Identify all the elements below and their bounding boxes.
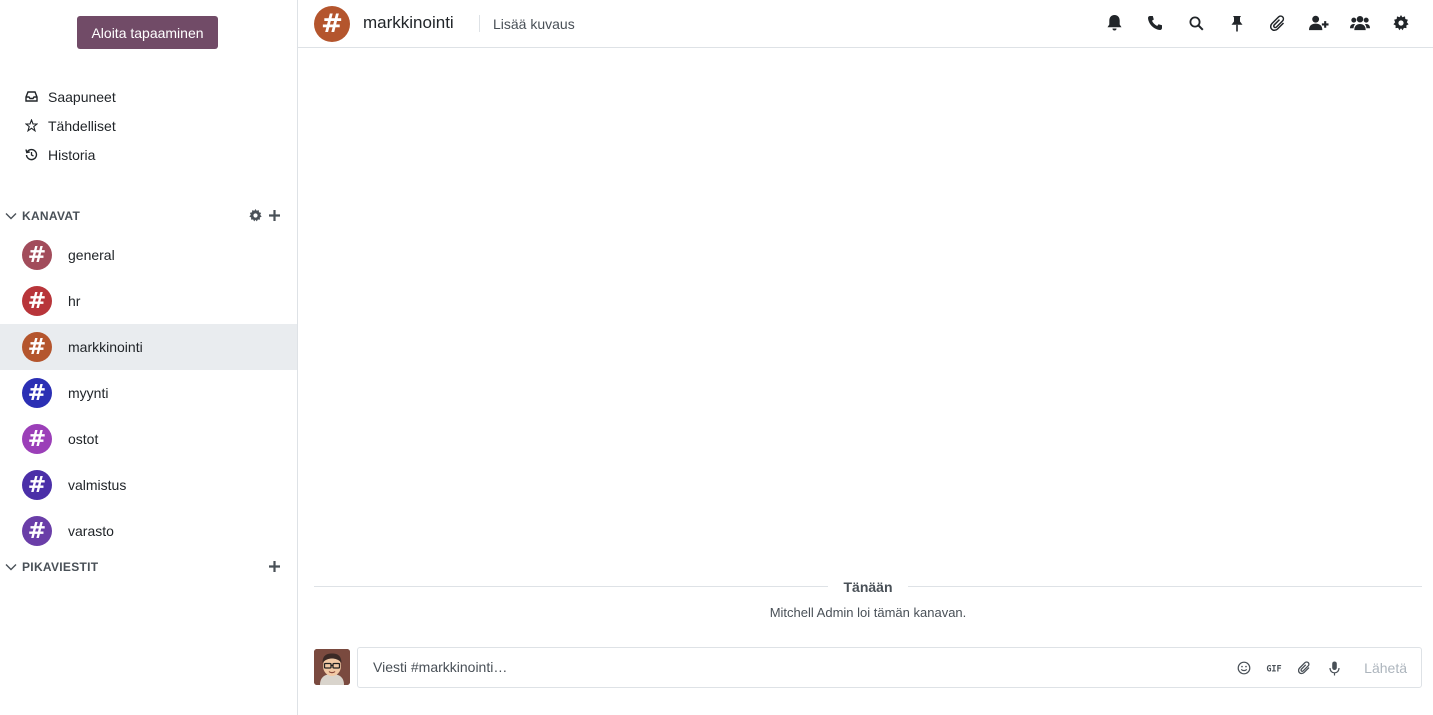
bell-icon[interactable]: [1104, 13, 1124, 33]
sidebar-item-inbox[interactable]: Saapuneet: [0, 82, 297, 111]
channel-name: hr: [68, 293, 81, 309]
phone-icon[interactable]: [1145, 13, 1165, 33]
add-channel-plus-icon[interactable]: [268, 208, 281, 222]
paperclip-icon[interactable]: [1268, 13, 1288, 33]
search-icon[interactable]: [1186, 13, 1206, 33]
channel-item-markkinointi[interactable]: # markkinointi: [0, 324, 297, 370]
svg-text:GIF: GIF: [1266, 665, 1281, 674]
header-toolbar: [1083, 13, 1411, 33]
thread-title[interactable]: markkinointi: [363, 13, 454, 33]
star-icon: [24, 119, 38, 133]
channel-hash-avatar: #: [22, 378, 52, 408]
channel-item-varasto[interactable]: # varasto: [0, 508, 297, 554]
channel-name: ostot: [68, 431, 99, 447]
message-input[interactable]: [373, 659, 1173, 675]
channel-name: varasto: [68, 523, 114, 539]
attachment-paperclip-icon[interactable]: [1296, 659, 1312, 677]
add-chat-plus-icon[interactable]: [268, 559, 281, 573]
history-icon: [24, 148, 38, 162]
date-separator-line: [314, 586, 828, 587]
channels-section-header[interactable]: KANAVAT: [0, 205, 297, 227]
sidebar-item-history[interactable]: Historia: [0, 140, 297, 169]
chevron-down-icon[interactable]: [5, 561, 17, 573]
microphone-icon[interactable]: [1326, 659, 1342, 677]
composer-toolbar: GIF Lähetä: [1222, 659, 1407, 677]
members-icon[interactable]: [1350, 13, 1370, 33]
add-user-icon[interactable]: [1309, 13, 1329, 33]
channel-hash-avatar: #: [314, 6, 350, 42]
sidebar-item-starred[interactable]: Tähdelliset: [0, 111, 297, 140]
channel-hash-avatar: #: [22, 424, 52, 454]
chevron-down-icon[interactable]: [5, 210, 17, 222]
channel-name: general: [68, 247, 115, 263]
channel-hash-avatar: #: [22, 286, 52, 316]
send-button[interactable]: Lähetä: [1364, 660, 1407, 676]
pin-icon[interactable]: [1227, 13, 1247, 33]
current-user-avatar: [314, 649, 350, 685]
channels-section-title: KANAVAT: [22, 209, 81, 223]
channel-hash-avatar: #: [22, 332, 52, 362]
gif-icon[interactable]: GIF: [1266, 659, 1282, 677]
channel-item-myynti[interactable]: # myynti: [0, 370, 297, 416]
chats-section-title: PIKAVIESTIT: [22, 560, 99, 574]
channel-item-hr[interactable]: # hr: [0, 278, 297, 324]
emoji-icon[interactable]: [1236, 659, 1252, 677]
sidebar-item-label: Historia: [48, 146, 96, 163]
sidebar-item-label: Saapuneet: [48, 88, 116, 105]
channel-settings-gear-icon[interactable]: [249, 208, 262, 222]
channel-created-notice: Mitchell Admin loi tämän kanavan.: [769, 605, 967, 620]
sidebar: Aloita tapaaminen Saapuneet Tähdelliset …: [0, 0, 298, 715]
date-separator-line: [908, 586, 1422, 587]
channel-name: markkinointi: [68, 339, 143, 355]
channel-name: valmistus: [68, 477, 127, 493]
sidebar-item-label: Tähdelliset: [48, 117, 116, 134]
inbox-icon: [24, 90, 38, 104]
header-divider: [479, 15, 480, 32]
channel-name: myynti: [68, 385, 109, 401]
thread-header: # markkinointi Lisää kuvaus: [298, 0, 1433, 48]
gear-icon[interactable]: [1391, 13, 1411, 33]
channel-hash-avatar: #: [22, 470, 52, 500]
channel-hash-avatar: #: [22, 516, 52, 546]
start-meeting-button[interactable]: Aloita tapaaminen: [77, 16, 218, 49]
message-composer: GIF Lähetä: [357, 647, 1422, 688]
add-description-field[interactable]: Lisää kuvaus: [493, 16, 575, 32]
channel-item-ostot[interactable]: # ostot: [0, 416, 297, 462]
channel-hash-avatar: #: [22, 240, 52, 270]
channel-item-general[interactable]: # general: [0, 232, 297, 278]
channel-item-valmistus[interactable]: # valmistus: [0, 462, 297, 508]
chats-section-header[interactable]: PIKAVIESTIT: [0, 556, 297, 578]
date-separator-label: Tänään: [843, 579, 893, 595]
